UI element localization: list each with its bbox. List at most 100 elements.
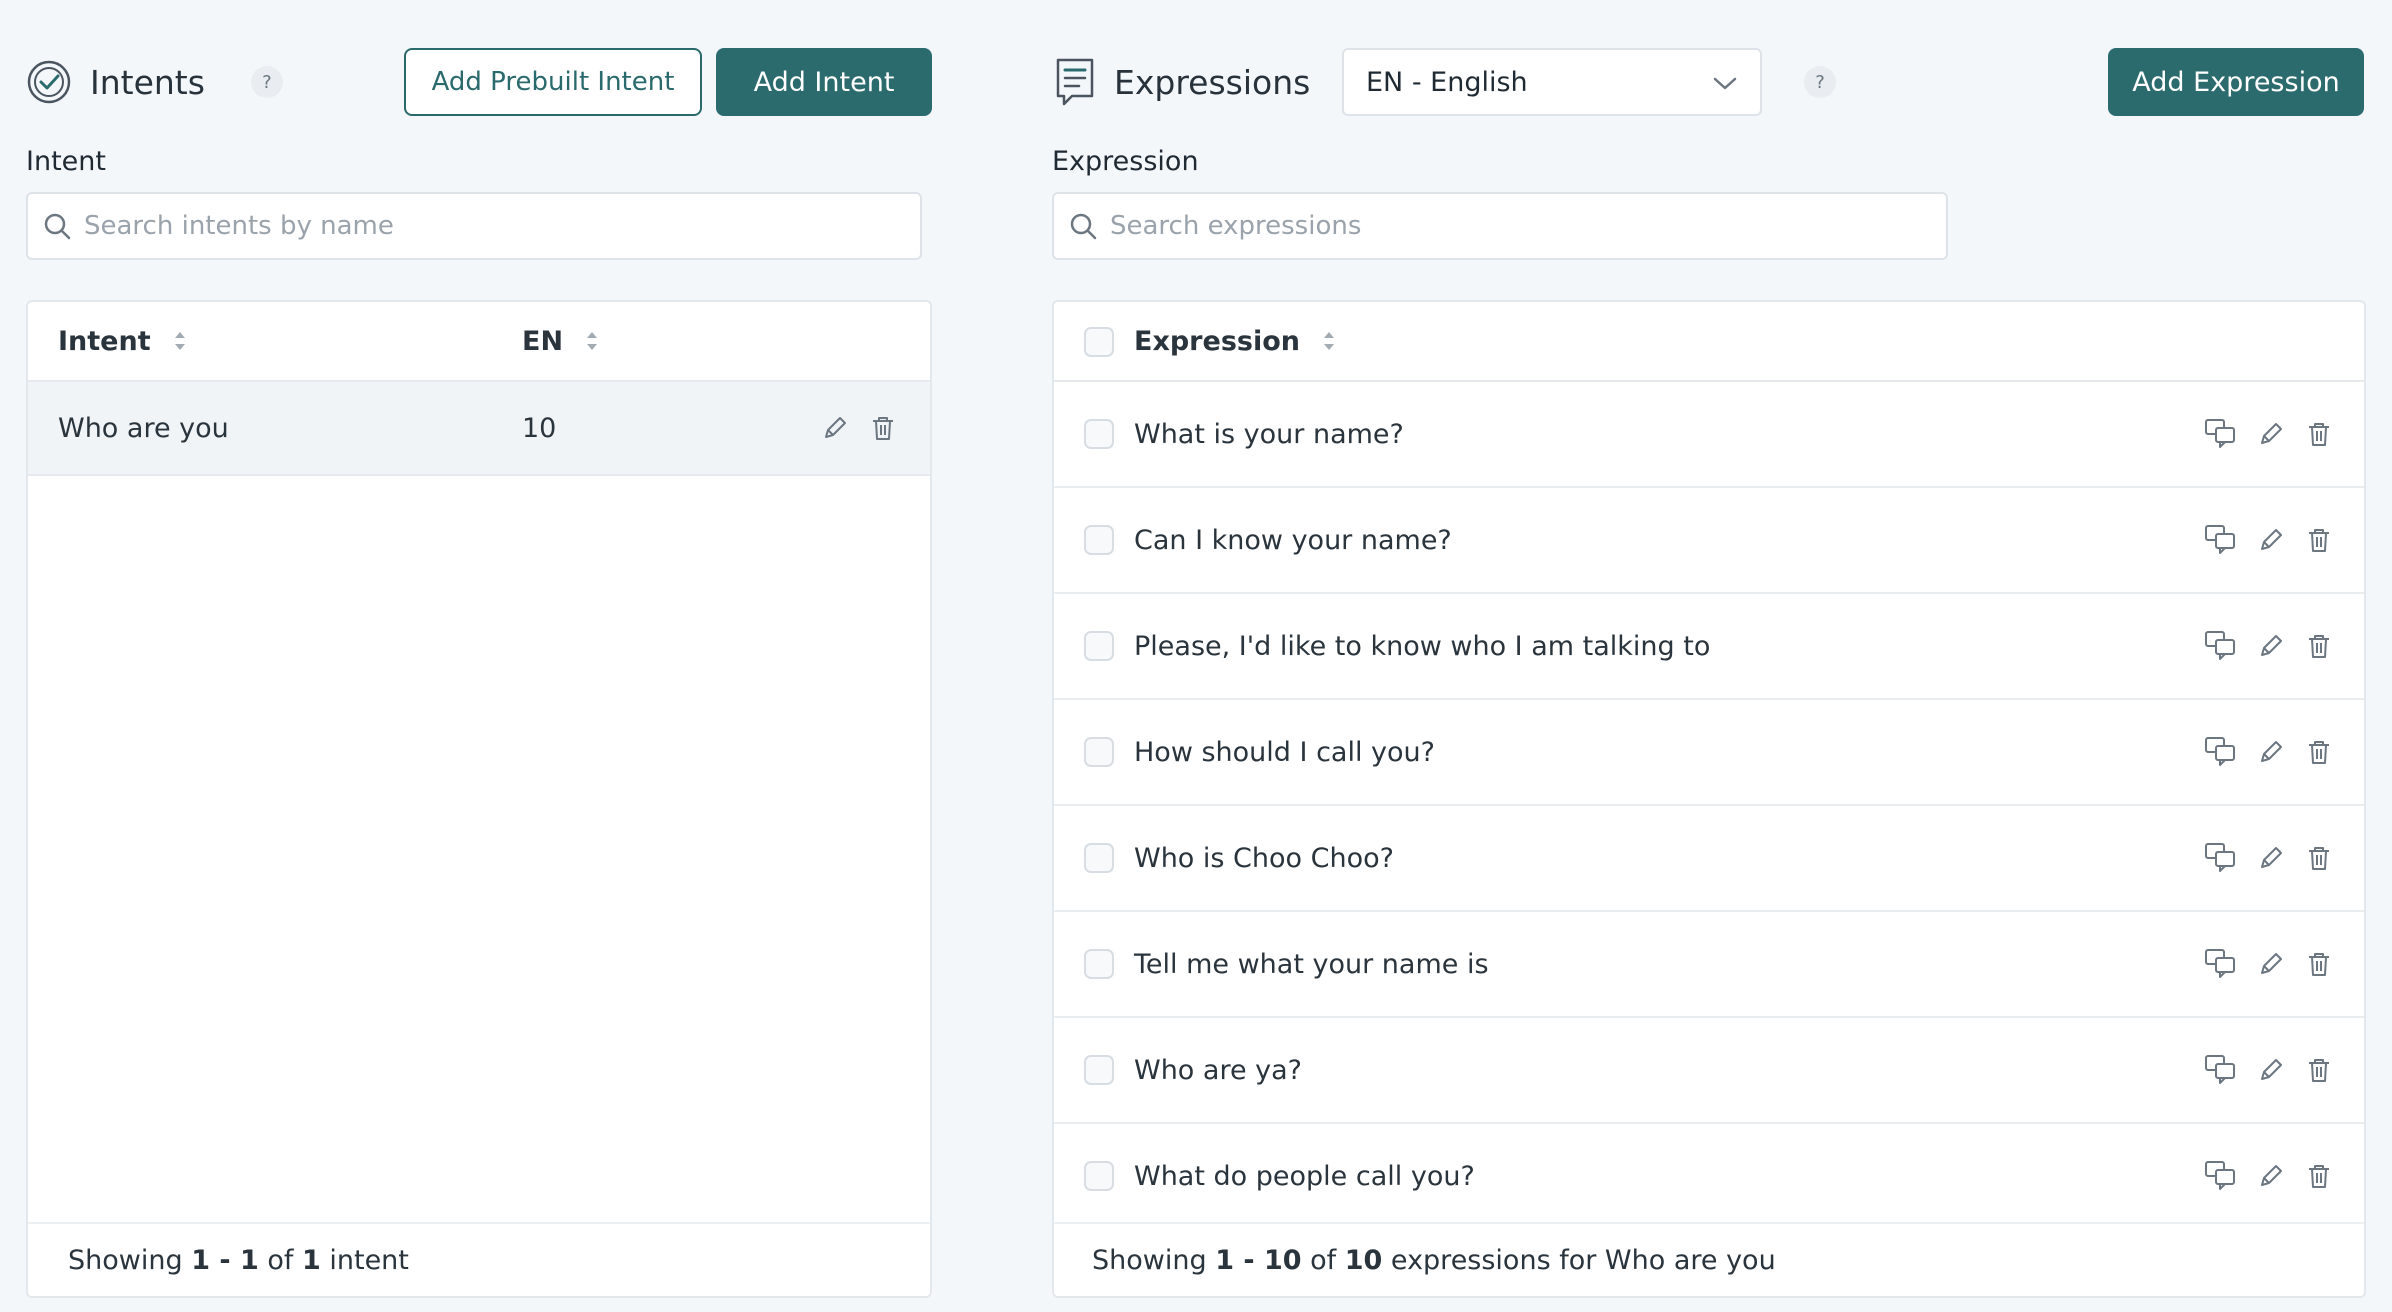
expression-text[interactable]: Who are ya?: [1134, 1018, 1302, 1122]
footer-prefix: Showing: [68, 1244, 192, 1276]
translate-icon[interactable]: [2204, 947, 2238, 978]
row-checkbox[interactable]: [1084, 1161, 1114, 1191]
trash-icon[interactable]: [2304, 1055, 2334, 1085]
table-row[interactable]: Who are ya?: [1054, 1018, 2364, 1124]
intent-search-input[interactable]: Search intents by name: [26, 192, 922, 260]
expressions-table: Expression What is your name? Can I know …: [1052, 300, 2366, 1298]
intent-field-label: Intent: [26, 146, 106, 177]
trash-icon[interactable]: [2304, 737, 2334, 767]
footer-prefix: Showing: [1092, 1244, 1216, 1276]
translate-icon[interactable]: [2204, 1053, 2238, 1084]
row-checkbox[interactable]: [1084, 419, 1114, 449]
trash-icon[interactable]: [2304, 1161, 2334, 1191]
row-checkbox[interactable]: [1084, 631, 1114, 661]
edit-icon[interactable]: [820, 413, 850, 443]
language-select[interactable]: EN - English: [1342, 48, 1762, 116]
expression-text[interactable]: What is your name?: [1134, 382, 1404, 486]
table-row[interactable]: Tell me what your name is: [1054, 912, 2364, 1018]
intents-panel: Intents ? Add Prebuilt Intent Add Intent…: [26, 0, 932, 1312]
trash-icon[interactable]: [2304, 419, 2334, 449]
translate-icon[interactable]: [2204, 417, 2238, 448]
check-circle-icon: [26, 59, 72, 105]
expressions-help-icon[interactable]: ?: [1804, 66, 1836, 98]
intents-table: Intent EN Who are you 10 Showing 1 - 1 o…: [26, 300, 932, 1298]
table-row[interactable]: What is your name?: [1054, 382, 2364, 488]
translate-icon[interactable]: [2204, 841, 2238, 872]
intents-help-icon[interactable]: ?: [250, 66, 283, 98]
table-row[interactable]: Who is Choo Choo?: [1054, 806, 2364, 912]
edit-icon[interactable]: [2256, 525, 2286, 555]
expressions-title: Expressions: [1114, 62, 1311, 102]
expression-text[interactable]: How should I call you?: [1134, 700, 1435, 804]
add-prebuilt-intent-button[interactable]: Add Prebuilt Intent: [404, 48, 702, 116]
row-checkbox[interactable]: [1084, 737, 1114, 767]
translate-icon[interactable]: [2204, 735, 2238, 766]
trash-icon[interactable]: [2304, 949, 2334, 979]
edit-icon[interactable]: [2256, 949, 2286, 979]
edit-icon[interactable]: [2256, 1161, 2286, 1191]
expression-column-header[interactable]: Expression: [1134, 302, 1336, 380]
language-select-value: EN - English: [1366, 66, 1528, 98]
footer-of: of: [258, 1244, 302, 1276]
edit-icon[interactable]: [2256, 631, 2286, 661]
lang-column-label: EN: [522, 325, 564, 357]
translate-icon[interactable]: [2204, 1159, 2238, 1190]
table-row[interactable]: Please, I'd like to know who I am talkin…: [1054, 594, 2364, 700]
expression-text[interactable]: Who is Choo Choo?: [1134, 806, 1394, 910]
expression-search-placeholder: Search expressions: [1110, 211, 1362, 241]
lang-column-header[interactable]: EN: [522, 302, 599, 380]
chevron-down-icon: [1712, 72, 1738, 94]
row-checkbox[interactable]: [1084, 843, 1114, 873]
expression-search-input[interactable]: Search expressions: [1052, 192, 1948, 260]
row-checkbox[interactable]: [1084, 949, 1114, 979]
footer-total: 1: [301, 1244, 321, 1276]
select-all-checkbox[interactable]: [1084, 327, 1114, 357]
expression-text[interactable]: Please, I'd like to know who I am talkin…: [1134, 594, 1710, 698]
intent-name[interactable]: Who are you: [58, 382, 229, 474]
document-list-icon: [1054, 56, 1096, 108]
expressions-header: Expressions: [1054, 48, 1334, 116]
add-expression-button[interactable]: Add Expression: [2108, 48, 2364, 116]
footer-of: of: [1301, 1244, 1345, 1276]
intent-column-label: Intent: [58, 325, 151, 357]
table-row[interactable]: Who are you 10: [28, 382, 930, 476]
trash-icon[interactable]: [2304, 631, 2334, 661]
sort-icon[interactable]: [151, 330, 187, 352]
translate-icon[interactable]: [2204, 523, 2238, 554]
edit-icon[interactable]: [2256, 419, 2286, 449]
search-icon: [1068, 211, 1098, 241]
intent-column-header[interactable]: Intent: [58, 302, 187, 380]
expression-text[interactable]: What do people call you?: [1134, 1124, 1475, 1228]
expressions-table-header: Expression: [1054, 302, 2364, 382]
footer-total: 10: [1344, 1244, 1383, 1276]
edit-icon[interactable]: [2256, 1055, 2286, 1085]
footer-suffix: expressions for Who are you: [1382, 1244, 1776, 1276]
search-icon: [42, 211, 72, 241]
sort-icon[interactable]: [1300, 330, 1336, 352]
table-row[interactable]: Can I know your name?: [1054, 488, 2364, 594]
expression-text[interactable]: Can I know your name?: [1134, 488, 1452, 592]
footer-suffix: intent: [320, 1244, 409, 1276]
expression-text[interactable]: Tell me what your name is: [1134, 912, 1489, 1016]
trash-icon[interactable]: [2304, 525, 2334, 555]
sort-icon[interactable]: [563, 330, 599, 352]
intent-expression-count: 10: [522, 412, 557, 444]
expressions-panel: Expressions EN - English ? Add Expressio…: [1052, 0, 2366, 1312]
expression-field-label: Expression: [1052, 146, 1199, 177]
expression-column-label: Expression: [1134, 325, 1300, 357]
row-checkbox[interactable]: [1084, 525, 1114, 555]
trash-icon[interactable]: [2304, 843, 2334, 873]
intents-table-header: Intent EN: [28, 302, 930, 382]
edit-icon[interactable]: [2256, 737, 2286, 767]
add-intent-button[interactable]: Add Intent: [716, 48, 932, 116]
translate-icon[interactable]: [2204, 629, 2238, 660]
intents-footer: Showing 1 - 1 of 1 intent: [28, 1222, 930, 1296]
footer-range: 1 - 1: [191, 1244, 259, 1276]
footer-range: 1 - 10: [1215, 1244, 1302, 1276]
table-row[interactable]: What do people call you?: [1054, 1124, 2364, 1230]
intents-title: Intents: [90, 62, 205, 102]
table-row[interactable]: How should I call you?: [1054, 700, 2364, 806]
trash-icon[interactable]: [868, 413, 898, 443]
edit-icon[interactable]: [2256, 843, 2286, 873]
row-checkbox[interactable]: [1084, 1055, 1114, 1085]
